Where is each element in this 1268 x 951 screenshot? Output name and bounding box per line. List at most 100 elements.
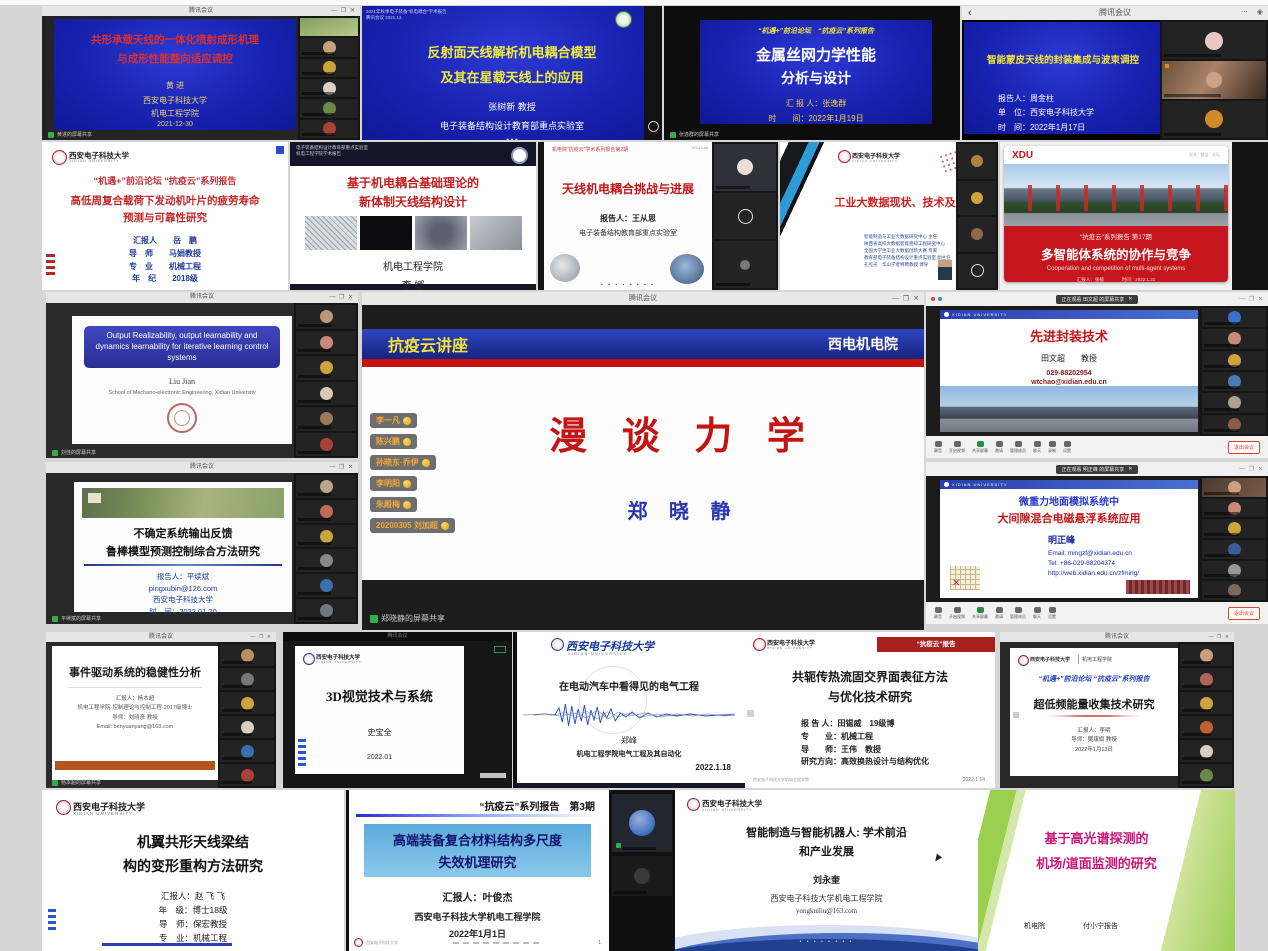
presenter-line: 汇报人：杨本超 xyxy=(52,695,218,704)
toolbar-camera-button[interactable]: 开启视频 xyxy=(949,441,965,454)
toolbar-settings-button[interactable]: 设置 xyxy=(1063,441,1071,454)
leave-meeting-button[interactable]: 退出会议 xyxy=(1228,607,1260,620)
participant-name-bar xyxy=(302,72,334,75)
toolbar-members-button[interactable]: 管理成员 xyxy=(1010,607,1026,620)
slide-title: 基于高光谱探测的 xyxy=(1018,828,1175,847)
toolbar-share-button[interactable]: 共享屏幕 xyxy=(972,607,988,620)
participant-name-bar xyxy=(302,92,334,95)
participant-name-bar xyxy=(623,847,656,850)
participant-cell xyxy=(296,356,356,380)
slide-title: 共形承载天线的一体化喷射成形机理 xyxy=(54,32,296,47)
toolbar-label: 共享屏幕 xyxy=(972,614,988,620)
series-banner: “抗疫云”报告 xyxy=(877,637,995,652)
close-icon[interactable]: ✕ xyxy=(1128,466,1132,472)
chat-icon xyxy=(1034,441,1041,447)
info-value: 马娟教授 xyxy=(169,249,201,258)
participant-column xyxy=(1200,476,1268,602)
window-controls[interactable]: — ❐ ✕ xyxy=(251,632,272,642)
avatar xyxy=(634,868,650,884)
leave-meeting-button[interactable]: 退出会议 xyxy=(1228,441,1260,454)
window-controls[interactable]: — ❐ ✕ xyxy=(331,6,356,16)
window-controls[interactable]: — ❐ ✕ xyxy=(1239,296,1264,303)
reaction-name: 陈兴鹏 xyxy=(376,436,400,447)
participant-name-bar xyxy=(614,891,647,894)
slide-title: 机场/道面监测的研究 xyxy=(1018,853,1175,872)
bottom-accent-line xyxy=(102,943,232,946)
toolbar-record-button[interactable]: 录制 xyxy=(1048,441,1056,454)
avatar xyxy=(737,159,753,175)
organization: School of Mechano-electronic Engineering… xyxy=(72,390,292,396)
participant-name-bar xyxy=(298,617,331,620)
back-icon[interactable]: ‹ xyxy=(968,6,972,20)
mic-icon xyxy=(935,441,942,447)
toolbar-share-button[interactable]: 共享屏幕 xyxy=(972,441,988,454)
toolbar-members-button[interactable]: 管理成员 xyxy=(1010,441,1026,454)
participant-name-bar xyxy=(298,567,331,570)
red-figure: ✕ xyxy=(952,578,960,589)
mic-icon[interactable] xyxy=(648,121,659,132)
toolbar-chat-button[interactable]: 聊天 xyxy=(1033,441,1041,454)
window-controls[interactable]: — ❐ ✕ xyxy=(1239,466,1264,473)
reaction-bubble: 朱殿梅 xyxy=(370,497,417,512)
speaker: 黄 进 xyxy=(54,80,296,91)
thumbs-up-icon xyxy=(403,438,411,446)
toolbar-mute-button[interactable]: 静音 xyxy=(934,607,942,620)
more-icon[interactable]: ⋯ ◉ xyxy=(1241,6,1264,20)
participant-cell xyxy=(220,716,274,738)
window-controls[interactable]: — ❐ ✕ xyxy=(329,292,354,303)
speaker-portrait xyxy=(938,260,952,280)
mic-icon[interactable] xyxy=(738,209,753,224)
participant-column xyxy=(218,642,276,788)
slide-title: 失效机理研究 xyxy=(364,852,590,871)
toolbar-invite-button[interactable]: 邀请 xyxy=(995,441,1003,454)
avatar xyxy=(241,649,254,662)
share-label: 郑晓静的屏幕共享 xyxy=(381,613,445,624)
footer-text: 西安电子科技大学机电工程学院 xyxy=(753,777,809,783)
participant-cell xyxy=(1202,478,1266,497)
xidian-seal-logo xyxy=(354,938,363,947)
invite-icon xyxy=(996,607,1003,613)
banner-stripe xyxy=(362,359,924,367)
window-controls[interactable]: — ❐ ✕ xyxy=(892,292,920,305)
window-controls[interactable]: — ❐ ✕ xyxy=(329,462,354,473)
participant-cell xyxy=(1162,61,1266,98)
info-row: 汇报人 岳 鹏 xyxy=(42,235,288,248)
toolbar-label: 管理成员 xyxy=(1010,448,1026,454)
email-line: Email: mingzf@xidian.edu.cn xyxy=(1048,549,1198,559)
xidian-seal-logo xyxy=(167,403,197,433)
window-controls[interactable]: — ❐ ✕ xyxy=(1209,632,1230,642)
reaction-bubbles: 李一凡 陈兴鹏 孙晓东·乔伊 李明阳 朱殿梅 20200305 刘加超 xyxy=(370,413,455,539)
organization: 西安电子科技大学 xyxy=(54,95,296,106)
toolbar-chat-button[interactable]: 聊天 xyxy=(1033,607,1041,620)
slide-title: 预测与可靠性研究 xyxy=(42,210,288,225)
toolbar-camera-button[interactable]: 开启视频 xyxy=(949,607,965,620)
mic-icon[interactable] xyxy=(971,264,984,277)
participant-name-bar xyxy=(298,400,331,403)
toolbar-invite-button[interactable]: 邀请 xyxy=(995,607,1003,620)
accent-line xyxy=(356,814,599,817)
participant-name-bar xyxy=(298,451,331,454)
info-label: 年 纪 xyxy=(132,274,156,283)
toolbar-mute-button[interactable]: 静音 xyxy=(934,441,942,454)
participant-cell xyxy=(958,217,996,252)
toolbar-label: 共享屏幕 xyxy=(972,448,988,454)
participant-name-bar xyxy=(1204,386,1239,389)
close-icon[interactable]: ✕ xyxy=(1128,296,1132,302)
presenter-line: 报告人：王从思 xyxy=(544,213,712,224)
participant-column xyxy=(1200,306,1268,436)
slide-subtitle: Cooperation and competition of multi-age… xyxy=(1004,266,1228,272)
banner-org: 西电机电院 xyxy=(828,334,898,354)
share-screen-icon xyxy=(52,450,58,456)
toolbar-settings-button[interactable]: 设置 xyxy=(1048,607,1056,620)
avatar xyxy=(971,228,983,240)
participant-name-bar xyxy=(1182,733,1211,736)
avatar xyxy=(1200,673,1213,686)
members-icon xyxy=(1015,441,1022,447)
date: 2022.01 xyxy=(295,754,464,761)
org-line: 单 位：西安电子科技大学 xyxy=(998,106,1162,120)
slide-title: 天线机电耦合挑战与进展 xyxy=(544,180,712,197)
divider xyxy=(1078,655,1079,664)
slide-title: 高低周复合载荷下发动机叶片的疲劳寿命 xyxy=(42,193,288,208)
crowd-photo xyxy=(1126,580,1190,594)
university-name: 西安电子科技大学 xyxy=(1030,656,1070,663)
